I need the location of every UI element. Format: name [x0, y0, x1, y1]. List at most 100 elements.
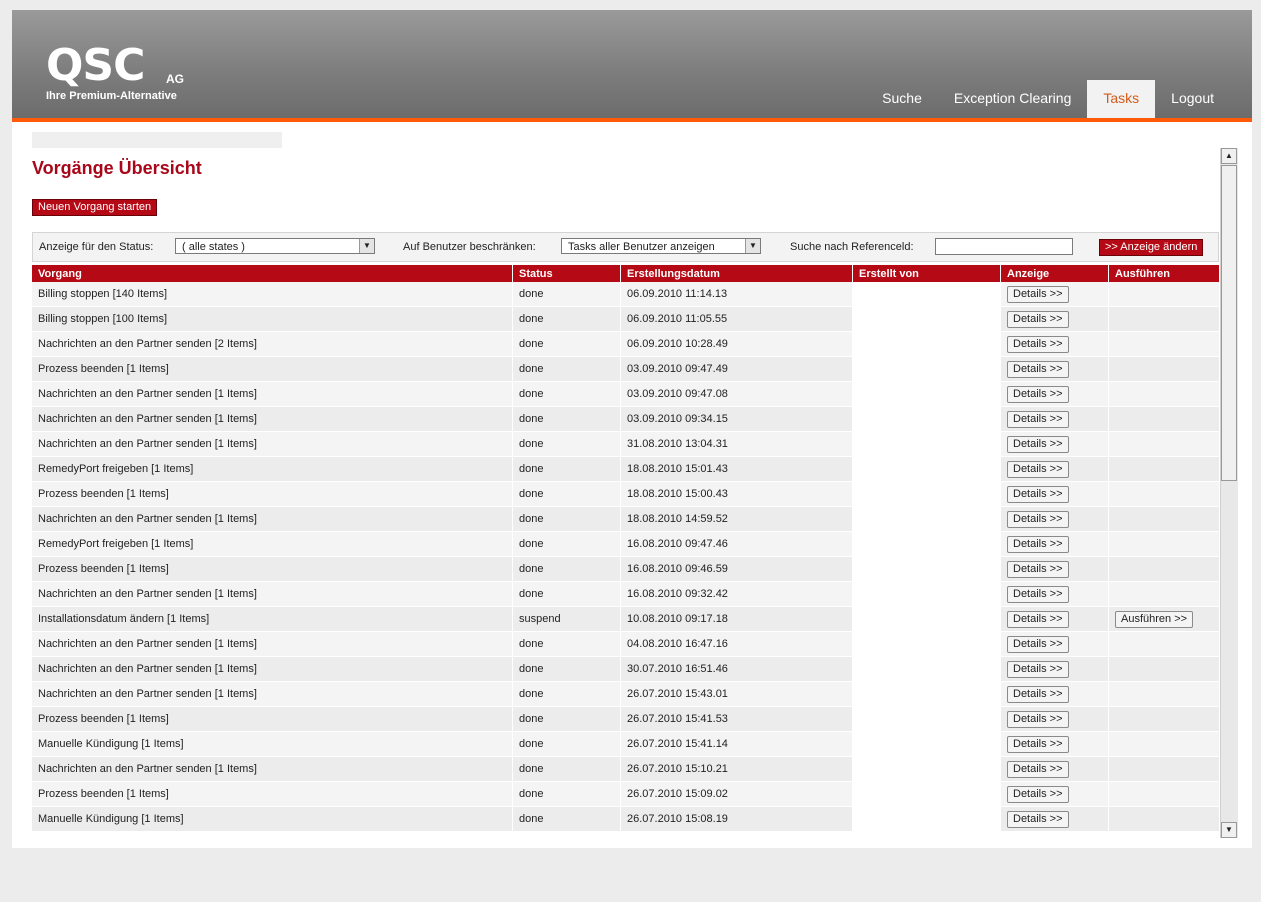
details-button[interactable]: Details >> — [1007, 310, 1069, 328]
cell-erstellungsdatum: 26.07.2010 15:41.53 — [621, 707, 853, 732]
cell-vorgang: Manuelle Kündigung [1 Items] — [32, 807, 513, 832]
cell-vorgang: Nachrichten an den Partner senden [1 Ite… — [32, 432, 513, 457]
tasks-table: Vorgang Status Erstellungsdatum Erstellt… — [32, 265, 1220, 832]
column-header-erstellt-von[interactable]: Erstellt von — [853, 265, 1001, 282]
cell-vorgang: Prozess beenden [1 Items] — [32, 707, 513, 732]
details-button[interactable]: Details >> — [1007, 560, 1069, 578]
cell-erstellt-von — [853, 357, 1001, 382]
details-button[interactable]: Details >> — [1007, 535, 1069, 553]
user-select[interactable]: Tasks aller Benutzer anzeigen ▼ — [561, 238, 761, 254]
cell-erstellungsdatum: 26.07.2010 15:10.21 — [621, 757, 853, 782]
details-button[interactable]: Details >> — [1007, 285, 1069, 303]
cell-erstellungsdatum: 18.08.2010 15:00.43 — [621, 482, 853, 507]
table-row: Manuelle Kündigung [1 Items] done 26.07.20… — [32, 807, 1220, 832]
details-button[interactable]: Details >> — [1007, 410, 1069, 428]
nav-item-logout[interactable]: Logout — [1155, 80, 1230, 118]
cell-erstellungsdatum: 18.08.2010 15:01.43 — [621, 457, 853, 482]
nav-item-exception-clearing[interactable]: Exception Clearing — [938, 80, 1088, 118]
details-button[interactable]: Details >> — [1007, 510, 1069, 528]
cell-vorgang: Nachrichten an den Partner senden [1 Ite… — [32, 657, 513, 682]
cell-ausfuehren — [1109, 382, 1220, 407]
table-row: Billing stoppen [100 Items] done 06.09.201… — [32, 307, 1220, 332]
cell-anzeige: Details >> — [1001, 357, 1109, 382]
details-button[interactable]: Details >> — [1007, 335, 1069, 353]
details-button[interactable]: Details >> — [1007, 485, 1069, 503]
cell-ausfuehren — [1109, 507, 1220, 532]
details-button[interactable]: Details >> — [1007, 735, 1069, 753]
nav-item-suche[interactable]: Suche — [866, 80, 938, 118]
cell-status: done — [513, 457, 621, 482]
cell-status: done — [513, 707, 621, 732]
cell-erstellungsdatum: 03.09.2010 09:47.49 — [621, 357, 853, 382]
logo-suffix: AG — [166, 72, 184, 86]
details-button[interactable]: Details >> — [1007, 360, 1069, 378]
details-button[interactable]: Details >> — [1007, 635, 1069, 653]
vertical-scrollbar[interactable]: ▲ ▼ — [1220, 148, 1238, 838]
nav-item-tasks[interactable]: Tasks — [1087, 80, 1156, 118]
cell-erstellt-von — [853, 507, 1001, 532]
column-header-vorgang[interactable]: Vorgang — [32, 265, 513, 282]
cell-erstellungsdatum: 31.08.2010 13:04.31 — [621, 432, 853, 457]
cell-status: done — [513, 507, 621, 532]
cell-status: done — [513, 357, 621, 382]
details-button[interactable]: Details >> — [1007, 810, 1069, 828]
table-row: Prozess beenden [1 Items] done 26.07.2010 … — [32, 782, 1220, 807]
cell-status: done — [513, 307, 621, 332]
details-button[interactable]: Details >> — [1007, 710, 1069, 728]
cell-erstellt-von — [853, 607, 1001, 632]
scroll-down-arrow-icon[interactable]: ▼ — [1221, 822, 1237, 838]
table-row: Nachrichten an den Partner senden [1 Ite… — [32, 507, 1220, 532]
details-button[interactable]: Details >> — [1007, 785, 1069, 803]
cell-vorgang: Billing stoppen [100 Items] — [32, 307, 513, 332]
cell-erstellungsdatum: 06.09.2010 11:14.13 — [621, 282, 853, 307]
column-header-erstellungsdatum[interactable]: Erstellungsdatum — [621, 265, 853, 282]
cell-vorgang: Prozess beenden [1 Items] — [32, 357, 513, 382]
cell-erstellungsdatum: 26.07.2010 15:09.02 — [621, 782, 853, 807]
cell-erstellungsdatum: 16.08.2010 09:32.42 — [621, 582, 853, 607]
cell-anzeige: Details >> — [1001, 632, 1109, 657]
details-button[interactable]: Details >> — [1007, 610, 1069, 628]
details-button[interactable]: Details >> — [1007, 460, 1069, 478]
cell-ausfuehren — [1109, 532, 1220, 557]
reference-search-input[interactable] — [935, 238, 1073, 255]
cell-anzeige: Details >> — [1001, 432, 1109, 457]
main-nav: Suche Exception Clearing Tasks Logout — [866, 80, 1230, 118]
details-button[interactable]: Details >> — [1007, 435, 1069, 453]
cell-anzeige: Details >> — [1001, 682, 1109, 707]
apply-filter-button[interactable]: >> Anzeige ändern — [1099, 239, 1204, 256]
cell-ausfuehren — [1109, 457, 1220, 482]
cell-vorgang: Prozess beenden [1 Items] — [32, 557, 513, 582]
scrollbar-thumb[interactable] — [1221, 165, 1237, 481]
cell-anzeige: Details >> — [1001, 407, 1109, 432]
details-button[interactable]: Details >> — [1007, 385, 1069, 403]
cell-status: done — [513, 582, 621, 607]
details-button[interactable]: Details >> — [1007, 660, 1069, 678]
cell-ausfuehren — [1109, 707, 1220, 732]
cell-vorgang: Installationsdatum ändern [1 Items] — [32, 607, 513, 632]
cell-vorgang: Nachrichten an den Partner senden [1 Ite… — [32, 632, 513, 657]
cell-status: done — [513, 482, 621, 507]
table-row: Nachrichten an den Partner senden [1 Ite… — [32, 757, 1220, 782]
column-header-status[interactable]: Status — [513, 265, 621, 282]
cell-anzeige: Details >> — [1001, 507, 1109, 532]
cell-anzeige: Details >> — [1001, 532, 1109, 557]
table-row: Prozess beenden [1 Items] done 03.09.2010 … — [32, 357, 1220, 382]
cell-status: done — [513, 557, 621, 582]
scroll-up-arrow-icon[interactable]: ▲ — [1221, 148, 1237, 164]
details-button[interactable]: Details >> — [1007, 760, 1069, 778]
cell-anzeige: Details >> — [1001, 482, 1109, 507]
cell-erstellungsdatum: 26.07.2010 15:08.19 — [621, 807, 853, 832]
cell-status: done — [513, 407, 621, 432]
details-button[interactable]: Details >> — [1007, 585, 1069, 603]
execute-button[interactable]: Ausführen >> — [1115, 610, 1194, 628]
start-process-button[interactable]: Neuen Vorgang starten — [32, 199, 158, 216]
user-filter-label: Auf Benutzer beschränken: — [403, 241, 536, 253]
user-select-value: Tasks aller Benutzer anzeigen — [568, 241, 715, 253]
details-button[interactable]: Details >> — [1007, 685, 1069, 703]
cell-ausfuehren — [1109, 282, 1220, 307]
logo-tagline: Ihre Premium-Alternative — [46, 90, 177, 102]
header: QSC AG Ihre Premium-Alternative Suche Ex… — [12, 10, 1252, 118]
cell-erstellungsdatum: 03.09.2010 09:34.15 — [621, 407, 853, 432]
cell-erstellt-von — [853, 582, 1001, 607]
status-select[interactable]: ( alle states ) ▼ — [175, 238, 375, 254]
